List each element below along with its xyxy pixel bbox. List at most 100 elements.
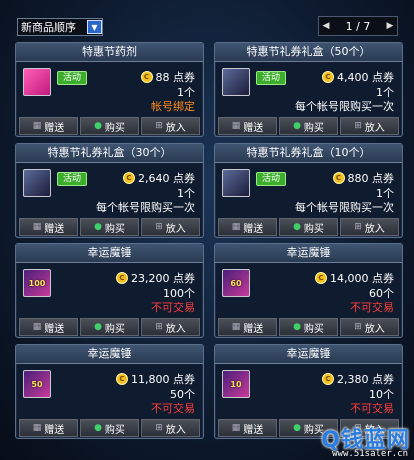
potion-icon[interactable]: [23, 68, 51, 96]
item-title: 幸运魔锤: [16, 244, 203, 263]
cart-label: 放入: [165, 323, 186, 335]
price: C 2,380 点券: [322, 371, 394, 387]
item-note: 帐号绑定: [151, 100, 195, 113]
price-value: 880 点券: [347, 172, 395, 185]
buy-button[interactable]: ● 购买: [279, 218, 338, 236]
cart-icon: ⊞: [155, 121, 163, 131]
buy-button[interactable]: ● 购买: [80, 419, 139, 437]
buy-button[interactable]: ● 购买: [279, 318, 338, 336]
prev-page-icon[interactable]: ◀: [319, 21, 333, 31]
gift-box-icon[interactable]: [222, 68, 250, 96]
gift-icon: ▦: [231, 423, 241, 433]
gift-label: 赠送: [243, 223, 264, 235]
cart-icon: ⊞: [354, 322, 362, 332]
item-card[interactable]: 幸运魔锤 100 C 23,200 点券 100个 不可交易 ▦ 赠送 ● 购买 ⊞ 放入: [15, 243, 204, 338]
cart-label: 放入: [364, 223, 385, 235]
item-note: 每个帐号限购买一次: [295, 100, 394, 113]
card-actions: ▦ 赠送 ● 购买 ⊞ 放入: [19, 419, 200, 437]
buy-label: 购买: [104, 122, 125, 134]
price: C 11,800 点券: [116, 371, 195, 387]
cart-label: 放入: [165, 122, 186, 134]
hammer-icon[interactable]: 100: [23, 269, 51, 297]
item-note: 每个帐号限购买一次: [295, 201, 394, 214]
item-title: 特惠节礼券礼盒（50个）: [215, 43, 402, 62]
gift-icon: ▦: [231, 121, 241, 131]
icon-quantity-label: 60: [230, 278, 242, 288]
item-note: 不可交易: [151, 301, 195, 314]
item-note: 每个帐号限购买一次: [96, 201, 195, 214]
cart-icon: ⊞: [155, 222, 163, 232]
coin-icon: C: [140, 71, 153, 83]
add-to-cart-button[interactable]: ⊞ 放入: [141, 318, 200, 336]
gift-button[interactable]: ▦ 赠送: [19, 218, 78, 236]
gift-box-icon[interactable]: [23, 169, 51, 197]
item-card[interactable]: 特惠节礼券礼盒（10个） 活动 C 880 点券 1个 每个帐号限购买一次 ▦ 赠送 ● 购买 ⊞ 放…: [214, 143, 403, 238]
buy-label: 购买: [104, 323, 125, 335]
gift-button[interactable]: ▦ 赠送: [218, 117, 277, 135]
item-card[interactable]: 幸运魔锤 60 C 14,000 点券 60个 不可交易 ▦ 赠送 ● 购买 ⊞ 放入: [214, 243, 403, 338]
cart-label: 放入: [165, 223, 186, 235]
buy-button[interactable]: ● 购买: [80, 318, 139, 336]
gift-button[interactable]: ▦ 赠送: [19, 318, 78, 336]
gift-icon: ▦: [32, 322, 42, 332]
item-title: 特惠节药剂: [16, 43, 203, 62]
add-to-cart-button[interactable]: ⊞ 放入: [340, 218, 399, 236]
item-card[interactable]: 幸运魔锤 50 C 11,800 点券 50个 不可交易 ▦ 赠送 ● 购买 ⊞ 放入: [15, 344, 204, 439]
gift-button[interactable]: ▦ 赠送: [218, 318, 277, 336]
buy-label: 购买: [303, 122, 324, 134]
gift-label: 赠送: [44, 122, 65, 134]
add-to-cart-button[interactable]: ⊞ 放入: [141, 419, 200, 437]
gift-label: 赠送: [243, 424, 264, 436]
add-to-cart-button[interactable]: ⊞ 放入: [141, 218, 200, 236]
item-card[interactable]: 特惠节礼券礼盒（50个） 活动 C 4,400 点券 1个 每个帐号限购买一次 ▦ 赠送 ● 购买…: [214, 42, 403, 137]
event-badge: 活动: [256, 71, 286, 85]
money-icon: ●: [293, 322, 301, 332]
icon-quantity-label: 50: [31, 379, 43, 389]
buy-button[interactable]: ● 购买: [80, 117, 139, 135]
money-icon: ●: [94, 322, 102, 332]
item-card[interactable]: 特惠节礼券礼盒（30个） 活动 C 2,640 点券 1个 每个帐号限购买一次 ▦ 赠送 ● 购买…: [15, 143, 204, 238]
item-note: 不可交易: [151, 402, 195, 415]
hammer-icon[interactable]: 50: [23, 370, 51, 398]
event-badge: 活动: [256, 172, 286, 186]
buy-button[interactable]: ● 购买: [279, 117, 338, 135]
buy-button[interactable]: ● 购买: [80, 218, 139, 236]
card-actions: ▦ 赠送 ● 购买 ⊞ 放入: [218, 318, 399, 336]
buy-label: 购买: [303, 223, 324, 235]
chevron-down-icon[interactable]: ▼: [87, 20, 102, 34]
gift-icon: ▦: [32, 423, 42, 433]
next-page-icon[interactable]: ▶: [383, 21, 397, 31]
price: C 88 点券: [140, 69, 195, 85]
add-to-cart-button[interactable]: ⊞ 放入: [340, 318, 399, 336]
gift-label: 赠送: [44, 424, 65, 436]
hammer-icon[interactable]: 60: [222, 269, 250, 297]
gift-button[interactable]: ▦ 赠送: [19, 117, 78, 135]
coin-icon: C: [315, 272, 327, 284]
hammer-icon[interactable]: 10: [222, 370, 250, 398]
page-indicator: 1 / 7: [345, 19, 371, 33]
add-to-cart-button[interactable]: ⊞ 放入: [141, 117, 200, 135]
watermark-url: www.51saler.cn: [332, 449, 408, 459]
sort-dropdown[interactable]: 新商品顺序 ▼: [17, 18, 103, 36]
item-card[interactable]: 特惠节药剂 活动 C 88 点券 1个 帐号绑定 ▦ 赠送 ● 购买 ⊞ 放入: [15, 42, 204, 137]
gift-label: 赠送: [243, 122, 264, 134]
item-title: 幸运魔锤: [16, 345, 203, 364]
gift-icon: ▦: [231, 322, 241, 332]
gift-button[interactable]: ▦ 赠送: [19, 419, 78, 437]
gift-button[interactable]: ▦ 赠送: [218, 218, 277, 236]
cart-icon: ⊞: [354, 121, 362, 131]
card-actions: ▦ 赠送 ● 购买 ⊞ 放入: [19, 218, 200, 236]
icon-quantity-label: 100: [28, 278, 46, 288]
card-actions: ▦ 赠送 ● 购买 ⊞ 放入: [19, 318, 200, 336]
cart-icon: ⊞: [155, 423, 163, 433]
gift-button[interactable]: ▦ 赠送: [218, 419, 277, 437]
money-icon: ●: [293, 121, 301, 131]
gift-box-icon[interactable]: [222, 169, 250, 197]
card-actions: ▦ 赠送 ● 购买 ⊞ 放入: [218, 218, 399, 236]
coin-icon: C: [116, 373, 128, 385]
event-badge: 活动: [57, 172, 87, 186]
add-to-cart-button[interactable]: ⊞ 放入: [340, 117, 399, 135]
coin-icon: C: [322, 373, 334, 385]
gift-icon: ▦: [32, 121, 42, 131]
event-badge: 活动: [57, 71, 87, 85]
